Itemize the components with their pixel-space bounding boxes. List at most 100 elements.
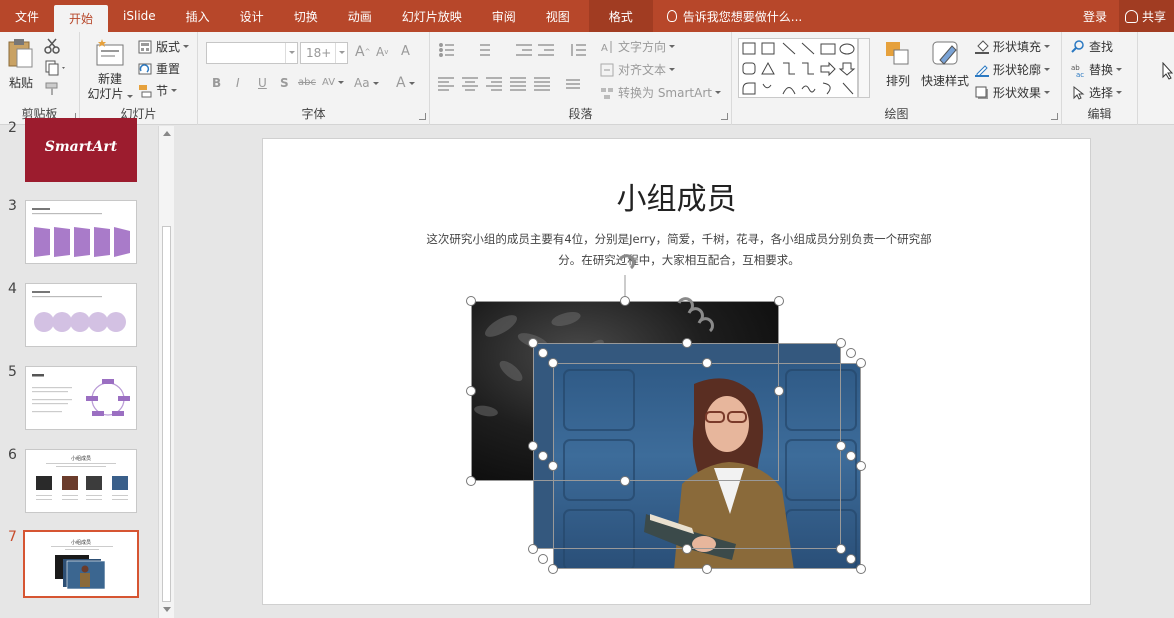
select-button[interactable]: 选择 bbox=[1071, 84, 1123, 101]
tab-transitions[interactable]: 切换 bbox=[279, 0, 333, 32]
resize-handle[interactable] bbox=[836, 338, 846, 348]
tab-file[interactable]: 文件 bbox=[0, 0, 54, 32]
font-size-input[interactable]: 18+ bbox=[300, 42, 348, 64]
thumbnail-slide-3[interactable] bbox=[25, 200, 137, 264]
resize-handle[interactable] bbox=[702, 564, 712, 574]
find-button[interactable]: 查找 bbox=[1071, 38, 1113, 55]
font-launcher[interactable] bbox=[419, 113, 426, 120]
smartart-icon bbox=[601, 87, 613, 99]
align-text-icon bbox=[600, 63, 614, 76]
grow-font-button[interactable]: A ^ bbox=[355, 44, 370, 60]
align-buttons-row[interactable] bbox=[438, 76, 588, 92]
font-size-dropdown[interactable] bbox=[335, 43, 347, 63]
resize-handle[interactable] bbox=[548, 564, 558, 574]
text-direction-button[interactable]: A 文字方向 bbox=[600, 38, 676, 55]
tell-me-search[interactable]: 告诉我您想要做什么... bbox=[666, 0, 803, 32]
slide-canvas[interactable]: 小组成员 这次研究小组的成员主要有4位，分别是Jerry，简爱，千树，花寻，各小… bbox=[262, 138, 1091, 605]
replace-button[interactable]: ab ac 替换 bbox=[1071, 61, 1123, 78]
resize-handle[interactable] bbox=[774, 296, 784, 306]
resize-handle[interactable] bbox=[846, 348, 856, 358]
editing-group-label: 编辑 bbox=[1087, 107, 1112, 121]
resize-handle[interactable] bbox=[538, 554, 548, 564]
resize-handle[interactable] bbox=[466, 296, 476, 306]
resize-handle[interactable] bbox=[846, 554, 856, 564]
tab-slideshow[interactable]: 幻灯片放映 bbox=[387, 0, 477, 32]
arrange-button[interactable]: 排列 bbox=[878, 38, 918, 98]
thumbnail-slide-4[interactable] bbox=[25, 283, 137, 347]
resize-handle[interactable] bbox=[528, 441, 538, 451]
resize-handle[interactable] bbox=[856, 358, 866, 368]
shape-fill-button[interactable]: 形状填充 bbox=[975, 38, 1051, 55]
tab-view[interactable]: 视图 bbox=[531, 0, 585, 32]
resize-handle[interactable] bbox=[548, 358, 558, 368]
quick-styles-button[interactable]: 快速样式 bbox=[918, 38, 972, 98]
resize-handle[interactable] bbox=[682, 544, 692, 554]
shrink-font-button[interactable]: Av bbox=[376, 45, 388, 59]
align-text-button[interactable]: 对齐文本 bbox=[600, 61, 676, 78]
cut-icon[interactable] bbox=[44, 38, 60, 54]
paragraph-launcher[interactable] bbox=[721, 113, 728, 120]
font-name-dropdown[interactable] bbox=[285, 43, 297, 63]
resize-handle[interactable] bbox=[620, 296, 630, 306]
resize-handle[interactable] bbox=[846, 451, 856, 461]
login-link[interactable]: 登录 bbox=[1071, 8, 1119, 25]
scrollbar-thumb[interactable] bbox=[162, 226, 171, 602]
thumbnail-slide-6[interactable]: 小组成员 bbox=[25, 449, 137, 513]
tab-insert[interactable]: 插入 bbox=[171, 0, 225, 32]
shapes-gallery[interactable] bbox=[738, 38, 858, 98]
shape-outline-button[interactable]: 形状轮廓 bbox=[975, 61, 1051, 78]
thumbnail-scrollbar[interactable] bbox=[158, 126, 174, 618]
resize-handle[interactable] bbox=[620, 476, 630, 486]
tab-review[interactable]: 审阅 bbox=[477, 0, 531, 32]
underline-button[interactable]: U bbox=[258, 76, 267, 90]
thumbnail-slide-5[interactable] bbox=[25, 366, 137, 430]
share-button[interactable]: 共享 bbox=[1118, 0, 1174, 32]
tab-design[interactable]: 设计 bbox=[225, 0, 279, 32]
font-name-input[interactable] bbox=[206, 42, 298, 64]
tab-format[interactable]: 格式 bbox=[588, 0, 653, 32]
rotation-handles[interactable] bbox=[263, 139, 1092, 606]
thumbnail-slide-2[interactable]: SmartArt bbox=[25, 118, 137, 182]
drawing-launcher[interactable] bbox=[1051, 113, 1058, 120]
font-color-button[interactable]: A bbox=[396, 75, 415, 91]
shadow-button[interactable]: S bbox=[280, 76, 289, 90]
layout-button[interactable]: 版式 bbox=[138, 38, 190, 55]
section-button[interactable]: 节 bbox=[138, 82, 178, 99]
shape-effects-button[interactable]: 形状效果 bbox=[975, 84, 1051, 101]
resize-handle[interactable] bbox=[774, 386, 784, 396]
shapes-gallery-scroll[interactable] bbox=[858, 38, 870, 98]
resize-handle[interactable] bbox=[548, 461, 558, 471]
paste-button[interactable]: 粘贴 bbox=[6, 38, 38, 98]
resize-handle[interactable] bbox=[856, 461, 866, 471]
tab-islide[interactable]: iSlide bbox=[108, 0, 171, 32]
resize-handle[interactable] bbox=[538, 348, 548, 358]
resize-handle[interactable] bbox=[466, 386, 476, 396]
resize-handle[interactable] bbox=[682, 338, 692, 348]
resize-handle[interactable] bbox=[528, 544, 538, 554]
list-buttons-row[interactable] bbox=[438, 42, 588, 58]
resize-handle[interactable] bbox=[856, 564, 866, 574]
tab-animations[interactable]: 动画 bbox=[333, 0, 387, 32]
copy-icon[interactable] bbox=[44, 60, 68, 76]
thumbnail-slide-7[interactable]: 小组成员 bbox=[23, 530, 139, 598]
tab-home[interactable]: 开始 bbox=[54, 5, 109, 32]
scroll-up-arrow[interactable] bbox=[163, 131, 171, 136]
convert-smartart-button[interactable]: 转换为 SmartArt bbox=[600, 84, 721, 101]
resize-handle[interactable] bbox=[538, 451, 548, 461]
italic-button[interactable]: I bbox=[236, 76, 240, 90]
resize-handle[interactable] bbox=[702, 358, 712, 368]
bold-button[interactable]: B bbox=[212, 76, 221, 90]
resize-handle[interactable] bbox=[466, 476, 476, 486]
format-painter-icon[interactable] bbox=[44, 82, 60, 96]
tell-me-text: 告诉我您想要做什么... bbox=[682, 9, 803, 24]
resize-handle[interactable] bbox=[528, 338, 538, 348]
reset-button[interactable]: 重置 bbox=[138, 60, 180, 77]
resize-handle[interactable] bbox=[836, 441, 846, 451]
scroll-down-arrow[interactable] bbox=[163, 607, 171, 612]
resize-handle[interactable] bbox=[836, 544, 846, 554]
change-case-button[interactable]: Aa bbox=[354, 76, 379, 90]
new-slide-button[interactable]: 新建 幻灯片 bbox=[86, 36, 133, 102]
strikethrough-button[interactable]: abc bbox=[298, 77, 316, 88]
clear-format-button[interactable]: A bbox=[401, 44, 410, 59]
char-spacing-button[interactable]: AV bbox=[322, 77, 345, 88]
